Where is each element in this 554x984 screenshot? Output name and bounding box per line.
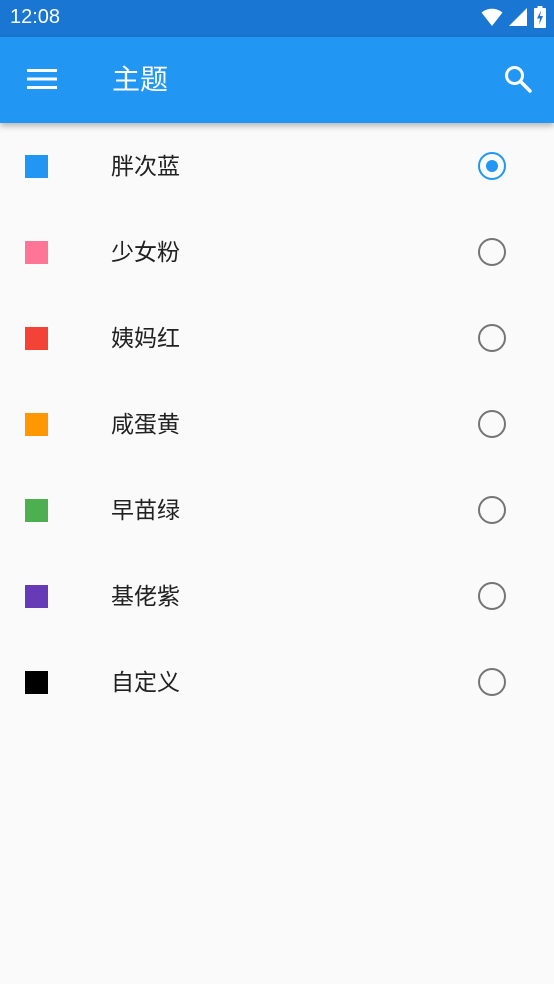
- color-swatch: [25, 499, 48, 522]
- battery-charging-icon: [534, 6, 546, 32]
- theme-radio[interactable]: [478, 668, 506, 696]
- theme-row[interactable]: 胖次蓝: [0, 123, 554, 209]
- theme-radio[interactable]: [478, 582, 506, 610]
- wifi-icon: [481, 7, 503, 31]
- color-swatch: [25, 327, 48, 350]
- app-bar: 主题: [0, 37, 554, 123]
- theme-radio[interactable]: [478, 324, 506, 352]
- theme-list: 胖次蓝 少女粉 姨妈红 咸蛋黄 早苗绿 基佬紫 自定义: [0, 123, 554, 725]
- app-title: 主题: [112, 63, 169, 96]
- theme-label: 咸蛋黄: [111, 412, 180, 438]
- menu-icon: [27, 68, 57, 94]
- theme-label: 早苗绿: [111, 498, 180, 524]
- status-time: 12:08: [10, 6, 61, 28]
- theme-row[interactable]: 姨妈红: [0, 295, 554, 381]
- theme-row[interactable]: 咸蛋黄: [0, 381, 554, 467]
- theme-radio[interactable]: [478, 410, 506, 438]
- status-bar: 12:08: [0, 0, 554, 37]
- color-swatch: [25, 413, 48, 436]
- theme-row[interactable]: 少女粉: [0, 209, 554, 295]
- theme-label: 自定义: [111, 670, 180, 696]
- color-swatch: [25, 241, 48, 264]
- status-icons: [481, 6, 546, 32]
- theme-radio[interactable]: [478, 238, 506, 266]
- theme-label: 胖次蓝: [111, 154, 180, 180]
- theme-label: 少女粉: [111, 240, 180, 266]
- search-button[interactable]: [496, 59, 540, 103]
- search-icon: [504, 65, 532, 97]
- color-swatch: [25, 671, 48, 694]
- theme-radio-selected[interactable]: [478, 152, 506, 180]
- theme-label: 姨妈红: [111, 326, 180, 352]
- theme-row[interactable]: 早苗绿: [0, 467, 554, 553]
- signal-icon: [509, 7, 528, 31]
- color-swatch: [25, 585, 48, 608]
- theme-row[interactable]: 自定义: [0, 639, 554, 725]
- theme-radio[interactable]: [478, 496, 506, 524]
- theme-row[interactable]: 基佬紫: [0, 553, 554, 639]
- radio-dot: [485, 159, 498, 172]
- theme-label: 基佬紫: [111, 584, 180, 610]
- menu-button[interactable]: [20, 59, 64, 103]
- color-swatch: [25, 155, 48, 178]
